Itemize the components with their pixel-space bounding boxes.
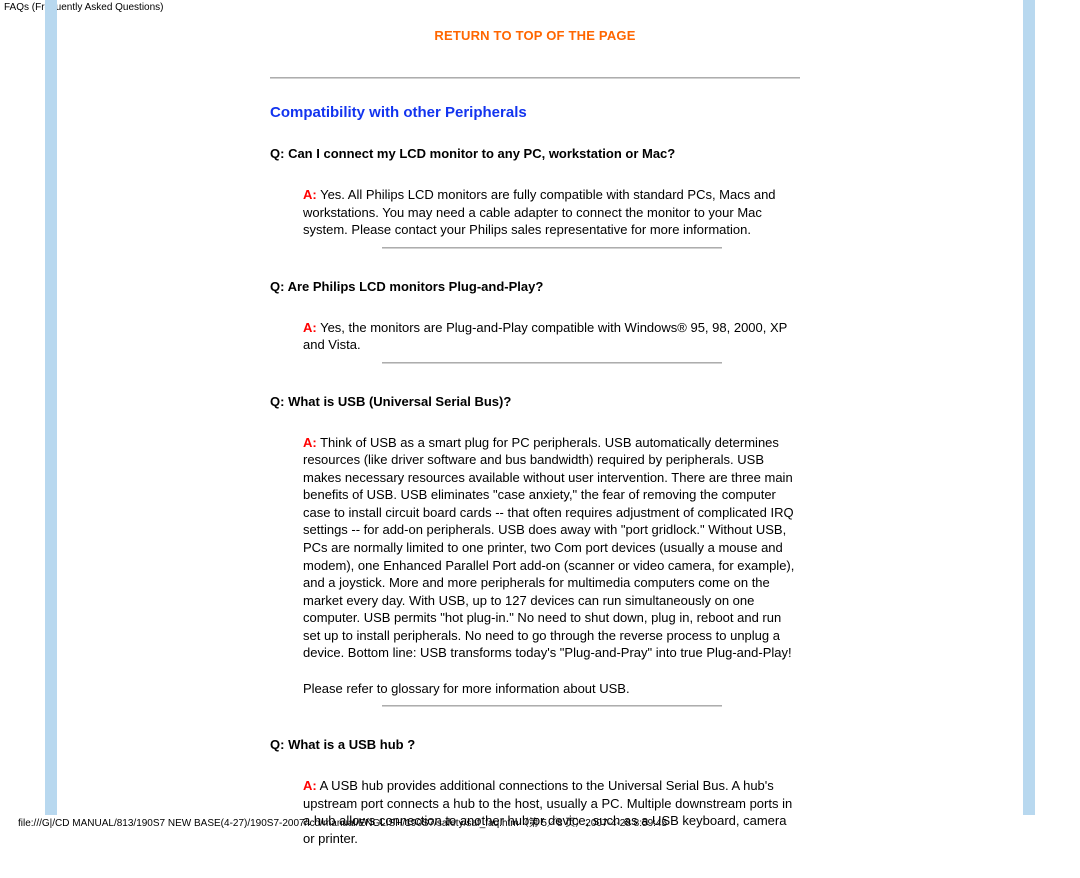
status-bar-path: file:///G|/CD MANUAL/813/190S7 NEW BASE(… (18, 814, 667, 829)
a-text: Think of USB as a smart plug for PC peri… (303, 435, 794, 661)
faq-question: Q: What is a USB hub ? (270, 737, 800, 752)
faq-divider (382, 705, 722, 707)
faq-divider (382, 247, 722, 249)
faq-item: Q: Can I connect my LCD monitor to any P… (270, 146, 800, 249)
a-text: Yes. All Philips LCD monitors are fully … (303, 187, 776, 237)
a-label: A: (303, 778, 317, 793)
tab-title: FAQs (Frequently Asked Questions) (4, 2, 164, 13)
q-label: Q: (270, 279, 284, 294)
right-decorative-stripe (1023, 0, 1035, 815)
return-to-top-link[interactable]: RETURN TO TOP OF THE PAGE (270, 0, 800, 77)
faq-answer: A: Yes. All Philips LCD monitors are ful… (303, 186, 800, 239)
q-label: Q: (270, 394, 284, 409)
q-text: What is USB (Universal Serial Bus)? (284, 394, 511, 409)
faq-note: Please refer to glossary for more inform… (303, 680, 800, 698)
faq-question: Q: What is USB (Universal Serial Bus)? (270, 394, 800, 409)
q-label: Q: (270, 737, 284, 752)
q-text: Can I connect my LCD monitor to any PC, … (284, 146, 675, 161)
faq-question: Q: Can I connect my LCD monitor to any P… (270, 146, 800, 161)
q-label: Q: (270, 146, 284, 161)
section-title: Compatibility with other Peripherals (270, 104, 800, 121)
a-label: A: (303, 187, 317, 202)
a-text: Yes, the monitors are Plug-and-Play comp… (303, 320, 787, 353)
left-decorative-stripe (45, 0, 57, 815)
q-text: What is a USB hub ? (284, 737, 415, 752)
faq-answer: A: A USB hub provides additional connect… (303, 777, 800, 847)
a-label: A: (303, 435, 317, 450)
faq-item: Q: What is a USB hub ? A: A USB hub prov… (270, 737, 800, 847)
faq-answer: A: Think of USB as a smart plug for PC p… (303, 434, 800, 698)
a-label: A: (303, 320, 317, 335)
faq-divider (382, 362, 722, 364)
faq-answer: A: Yes, the monitors are Plug-and-Play c… (303, 319, 800, 354)
faq-item: Q: Are Philips LCD monitors Plug-and-Pla… (270, 279, 800, 364)
a-text: A USB hub provides additional connection… (303, 778, 792, 846)
main-content: RETURN TO TOP OF THE PAGE Compatibility … (270, 0, 810, 878)
faq-item: Q: What is USB (Universal Serial Bus)? A… (270, 394, 800, 708)
faq-question: Q: Are Philips LCD monitors Plug-and-Pla… (270, 279, 800, 294)
top-divider (270, 77, 800, 79)
q-text: Are Philips LCD monitors Plug-and-Play? (284, 279, 543, 294)
